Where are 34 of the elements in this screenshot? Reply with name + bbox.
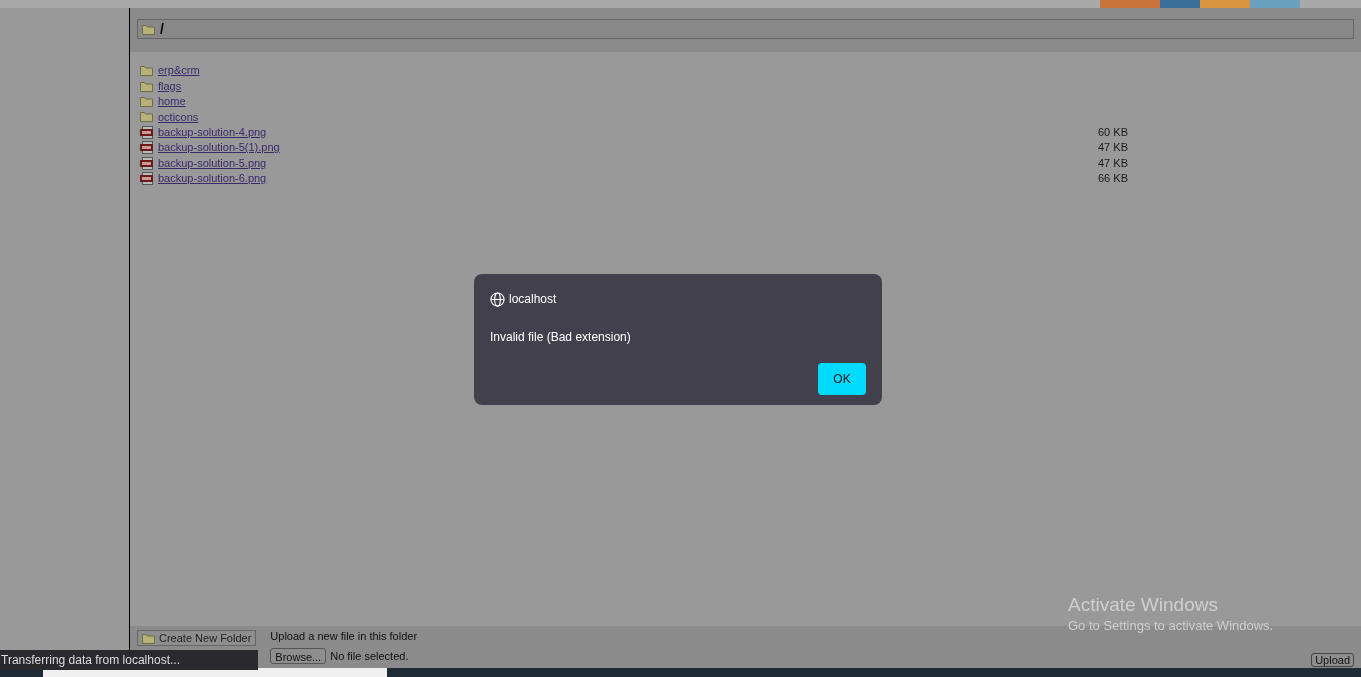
dialog-message: Invalid file (Bad extension) xyxy=(490,329,632,346)
status-tooltip: Transferring data from localhost... xyxy=(0,650,258,670)
dialog-title: localhost xyxy=(509,291,557,308)
file-link[interactable]: backup-solution-5(1).png xyxy=(158,139,1098,156)
folder-icon xyxy=(142,23,155,35)
file-link[interactable]: backup-solution-6.png xyxy=(158,170,1098,187)
file-link[interactable]: backup-solution-4.png xyxy=(158,124,1098,141)
folder-icon xyxy=(140,111,153,123)
upload-button[interactable]: Upload xyxy=(1311,653,1354,667)
folder-icon xyxy=(140,65,153,77)
browse-button[interactable]: Browse... xyxy=(270,647,327,664)
activation-subtitle: Go to Settings to activate Windows. xyxy=(1068,617,1274,635)
file-size: 47 KB xyxy=(1098,140,1128,156)
path-text: / xyxy=(160,19,164,39)
png-file-icon xyxy=(140,125,154,139)
folder-link[interactable]: flags xyxy=(158,77,1098,95)
file-size: 66 KB xyxy=(1098,171,1128,187)
upload-label: Upload a new file in this folder xyxy=(270,629,418,644)
file-size: 60 KB xyxy=(1098,125,1128,140)
folder-icon xyxy=(140,80,153,92)
globe-icon xyxy=(490,291,505,307)
file-size: 47 KB xyxy=(1098,155,1128,171)
folder-link[interactable]: erp&crm xyxy=(158,62,1098,79)
ok-button[interactable]: OK xyxy=(818,363,866,395)
folder-link[interactable]: octicons xyxy=(158,108,1098,126)
folder-icon xyxy=(140,95,153,107)
png-file-icon xyxy=(140,171,154,185)
png-file-icon xyxy=(140,141,154,155)
file-link[interactable]: backup-solution-5.png xyxy=(158,154,1098,172)
no-file-text: No file selected. xyxy=(330,648,409,664)
folder-icon xyxy=(142,632,155,644)
png-file-icon xyxy=(140,156,154,170)
create-folder-button[interactable]: Create New Folder xyxy=(137,630,257,646)
folder-link[interactable]: home xyxy=(158,93,1098,110)
